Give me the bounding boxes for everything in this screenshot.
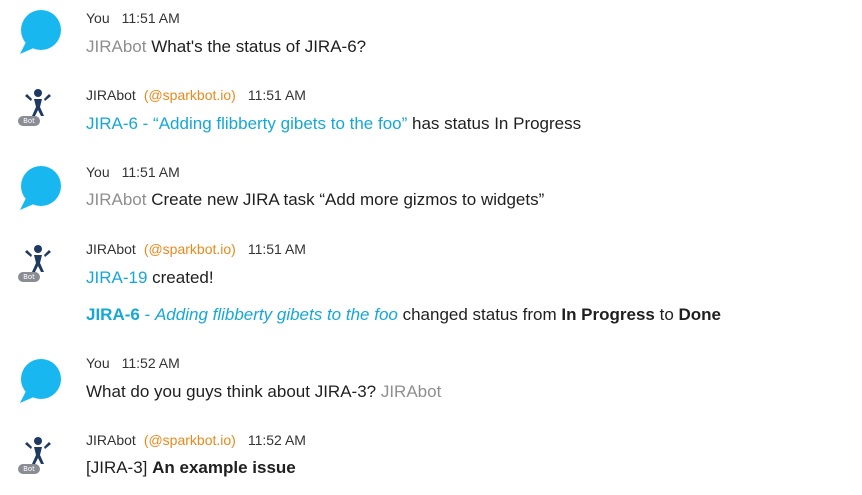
bot-badge: Bot	[18, 272, 40, 282]
timestamp: 11:51 AM	[121, 10, 180, 26]
issue-title: An example issue	[152, 458, 296, 477]
message-meta: You 11:51 AM	[86, 163, 180, 181]
message-body: JIRA-6 - “Adding flibberty gibets to the…	[86, 113, 581, 135]
message-text: created!	[147, 268, 214, 287]
timestamp: 11:51 AM	[247, 241, 306, 257]
author-handle[interactable]: (@sparkbot.io)	[144, 432, 236, 448]
message-meta: JIRAbot (@sparkbot.io) 11:51 AM	[86, 240, 306, 258]
speech-bubble-icon[interactable]	[16, 357, 64, 405]
message-text: Create new JIRA task “Add more gizmos to…	[146, 190, 545, 209]
issue-prefix: [JIRA-3]	[86, 458, 153, 477]
issue-link[interactable]: JIRA-6 - “Adding flibberty gibets to the…	[86, 114, 407, 133]
message-text: What do you guys think about JIRA-3?	[86, 382, 381, 401]
issue-key-link[interactable]: JIRA-6	[86, 305, 140, 324]
message-meta: You 11:51 AM	[86, 9, 180, 27]
message-body: JIRAbot What's the status of JIRA-6?	[86, 36, 366, 58]
message-meta: JIRAbot (@sparkbot.io) 11:51 AM	[86, 86, 306, 104]
bot-mascot-icon[interactable]: Bot	[18, 88, 58, 134]
bot-mascot-icon[interactable]: Bot	[18, 244, 58, 290]
message-text: What's the status of JIRA-6?	[146, 37, 367, 56]
message-body: JIRAbot Create new JIRA task “Add more g…	[86, 189, 544, 211]
status-text-before: changed status from	[397, 305, 562, 324]
issue-title-link[interactable]: Adding flibberty gibets to the foo	[155, 305, 398, 324]
status-change-line: JIRA-6 - Adding flibberty gibets to the …	[86, 304, 721, 326]
timestamp: 11:52 AM	[121, 355, 180, 371]
timestamp: 11:52 AM	[247, 432, 306, 448]
bot-badge: Bot	[18, 116, 40, 126]
message-meta: You 11:52 AM	[86, 354, 180, 372]
message-text: has status In Progress	[407, 114, 582, 133]
mention[interactable]: JIRAbot	[86, 37, 146, 56]
issue-link[interactable]: JIRA-19	[86, 268, 147, 287]
message-body: JIRA-19 created!	[86, 267, 214, 289]
bot-mascot-icon[interactable]: Bot	[18, 436, 58, 482]
author-handle[interactable]: (@sparkbot.io)	[144, 87, 236, 103]
from-status: In Progress	[561, 305, 655, 324]
author-name[interactable]: JIRAbot	[86, 87, 136, 103]
timestamp: 11:51 AM	[121, 164, 180, 180]
to-status: Done	[678, 305, 722, 324]
author-name[interactable]: JIRAbot	[86, 432, 136, 448]
message-meta: JIRAbot (@sparkbot.io) 11:52 AM	[86, 431, 306, 449]
message-body: [JIRA-3] An example issue	[86, 457, 296, 479]
author-name[interactable]: You	[86, 355, 110, 371]
mention[interactable]: JIRAbot	[86, 190, 146, 209]
speech-bubble-icon[interactable]	[16, 8, 64, 56]
message-body: What do you guys think about JIRA-3? JIR…	[86, 381, 441, 403]
issue-separator: -	[139, 305, 155, 324]
bot-badge: Bot	[18, 464, 40, 474]
author-name[interactable]: JIRAbot	[86, 241, 136, 257]
author-name[interactable]: You	[86, 164, 110, 180]
author-name[interactable]: You	[86, 10, 110, 26]
mention[interactable]: JIRAbot	[381, 382, 441, 401]
author-handle[interactable]: (@sparkbot.io)	[144, 241, 236, 257]
timestamp: 11:51 AM	[247, 87, 306, 103]
speech-bubble-icon[interactable]	[16, 164, 64, 212]
status-text-middle: to	[654, 305, 679, 324]
